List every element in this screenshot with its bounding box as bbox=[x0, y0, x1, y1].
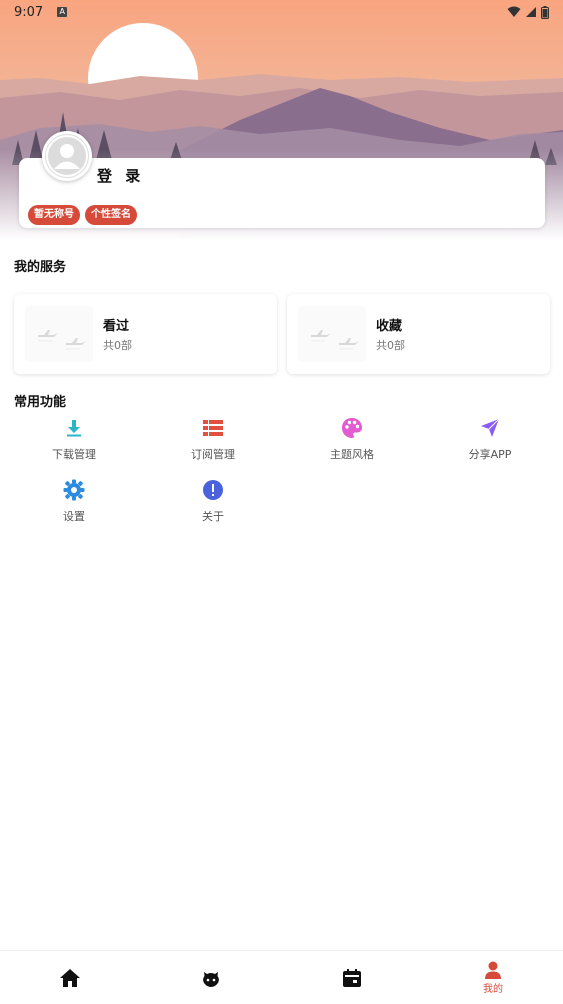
gear-icon bbox=[62, 478, 86, 502]
info-icon bbox=[201, 478, 225, 502]
nav-mine-label: 我的 bbox=[483, 984, 503, 995]
theme-style-label: 主题风格 bbox=[330, 448, 374, 461]
default-avatar-icon bbox=[46, 135, 88, 177]
status-bar: 9:07 A bbox=[0, 0, 563, 24]
nav-schedule[interactable] bbox=[322, 951, 382, 1004]
download-manager-label: 下载管理 bbox=[52, 448, 96, 461]
notification-a-icon: A bbox=[57, 7, 68, 17]
wifi-icon bbox=[507, 6, 521, 17]
avatar[interactable] bbox=[42, 131, 92, 181]
plane-placeholder-icon bbox=[311, 330, 359, 350]
share-app-label: 分享APP bbox=[468, 448, 512, 461]
about-label: 关于 bbox=[202, 510, 224, 523]
profile-tags: 暂无称号 个性签名 bbox=[28, 205, 137, 225]
subscription-manager-button[interactable]: 订阅管理 bbox=[163, 416, 263, 462]
settings-button[interactable]: 设置 bbox=[24, 478, 124, 524]
history-thumbnail bbox=[26, 307, 92, 361]
palette-icon bbox=[340, 416, 364, 440]
download-manager-button[interactable]: 下载管理 bbox=[24, 416, 124, 462]
nav-mine[interactable]: 我的 bbox=[463, 951, 523, 1004]
download-icon bbox=[62, 416, 86, 440]
history-count: 共0部 bbox=[103, 339, 132, 352]
favorites-card[interactable]: 收藏 共0部 bbox=[287, 294, 550, 374]
favorites-count: 共0部 bbox=[376, 339, 405, 352]
signature-badge: 个性签名 bbox=[85, 205, 137, 225]
face-icon bbox=[203, 972, 219, 987]
login-label[interactable]: 登 录 bbox=[97, 165, 144, 186]
calendar-icon bbox=[343, 969, 361, 987]
history-card[interactable]: 看过 共0部 bbox=[14, 294, 277, 374]
status-time: 9:07 bbox=[14, 4, 44, 20]
person-icon bbox=[485, 961, 501, 979]
share-app-button[interactable]: 分享APP bbox=[440, 416, 540, 462]
subscription-manager-label: 订阅管理 bbox=[191, 448, 235, 461]
cell-signal-icon bbox=[526, 7, 536, 17]
favorites-thumbnail bbox=[299, 307, 365, 361]
history-title: 看过 bbox=[103, 319, 130, 334]
nav-home[interactable] bbox=[40, 951, 100, 1004]
about-button[interactable]: 关于 bbox=[163, 478, 263, 524]
battery-icon bbox=[541, 5, 549, 19]
common-functions-title: 常用功能 bbox=[14, 395, 67, 410]
nav-discover[interactable] bbox=[181, 951, 241, 1004]
bottom-navigation: 我的 bbox=[0, 950, 563, 1004]
my-services-title: 我的服务 bbox=[14, 260, 67, 275]
send-icon bbox=[478, 416, 502, 440]
plane-placeholder-icon bbox=[38, 330, 86, 350]
status-icons bbox=[507, 5, 549, 19]
theme-style-button[interactable]: 主题风格 bbox=[302, 416, 402, 462]
favorites-title: 收藏 bbox=[376, 319, 403, 334]
settings-label: 设置 bbox=[63, 510, 85, 523]
home-icon bbox=[60, 969, 80, 987]
list-icon bbox=[201, 416, 225, 440]
title-badge: 暂无称号 bbox=[28, 205, 80, 225]
